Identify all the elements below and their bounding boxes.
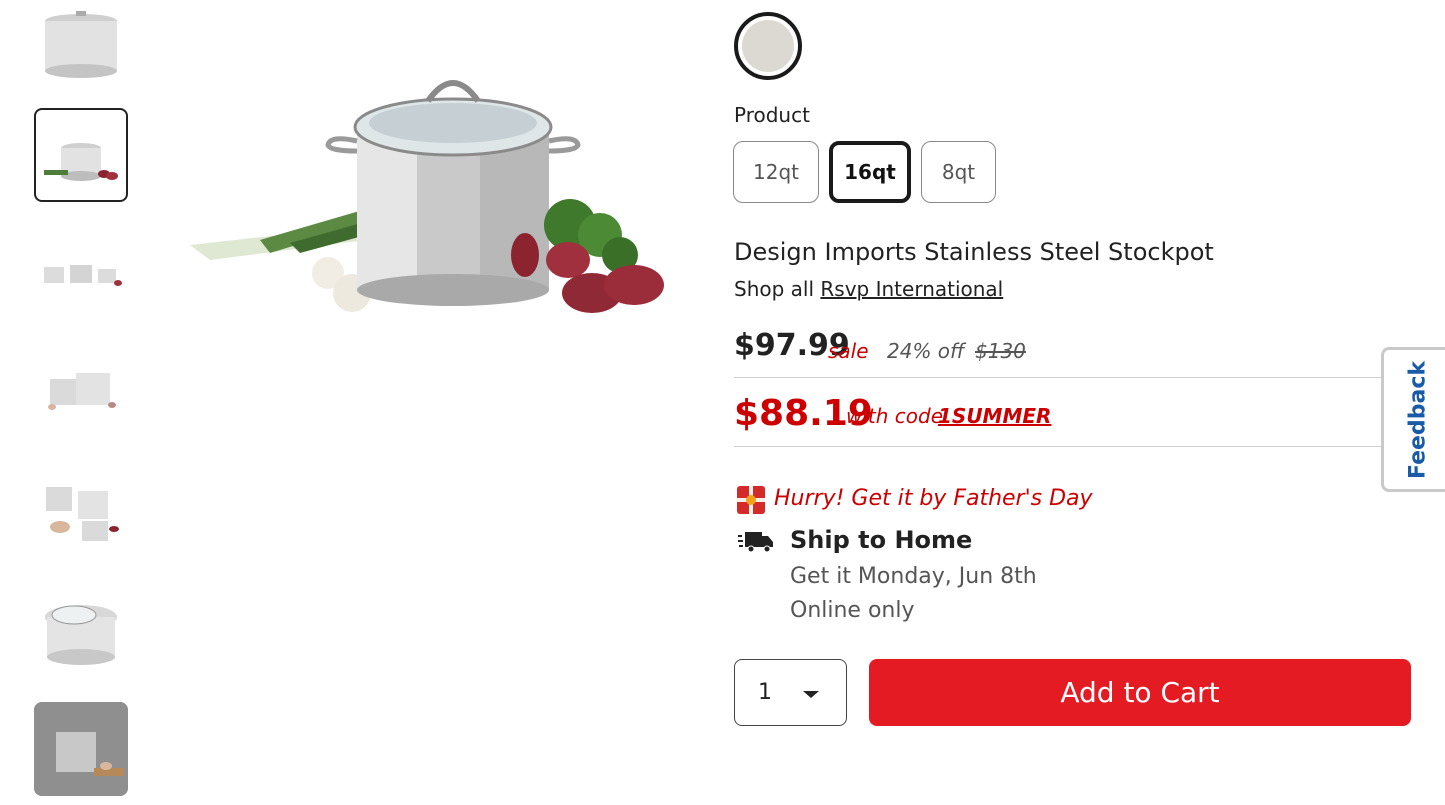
color-swatch[interactable] bbox=[734, 12, 802, 80]
stockpot-lids-image bbox=[46, 487, 119, 541]
stockpot-lifestyle-image bbox=[34, 702, 128, 796]
thumbnail-stockpot-with-vegetables[interactable] bbox=[34, 108, 128, 202]
original-price: $130 bbox=[975, 339, 1026, 363]
size-option-16qt[interactable]: 16qt bbox=[829, 141, 911, 203]
truck-icon bbox=[738, 532, 773, 553]
size-option-8qt[interactable]: 8qt bbox=[921, 141, 996, 203]
thumbnail-stockpot-front[interactable] bbox=[34, 0, 128, 90]
brand-link[interactable]: Rsvp International bbox=[820, 277, 1003, 301]
price-divider-bottom bbox=[734, 446, 1424, 447]
feedback-tab[interactable]: Feedback bbox=[1381, 347, 1445, 492]
fathers-day-message: Hurry! Get it by Father's Day bbox=[774, 486, 1093, 511]
percent-off: 24% off bbox=[887, 339, 965, 363]
thumbnail-gallery bbox=[0, 0, 160, 805]
sale-label: sale bbox=[828, 339, 869, 363]
size-option-12qt[interactable]: 12qt bbox=[733, 141, 819, 203]
stockpot-open-lid-image bbox=[45, 605, 117, 665]
shop-all-line: Shop all Rsvp International bbox=[734, 277, 1003, 301]
stockpot-stacked-image bbox=[48, 373, 116, 410]
main-product-image bbox=[180, 55, 680, 335]
product-title: Design Imports Stainless Steel Stockpot bbox=[734, 238, 1214, 266]
with-code-label: with code bbox=[846, 404, 944, 428]
price-divider-top bbox=[734, 377, 1424, 378]
chevron-down-icon bbox=[803, 691, 819, 698]
thumbnail-stockpot-set-lineup[interactable] bbox=[34, 226, 128, 320]
product-size-label: Product bbox=[734, 103, 810, 127]
stockpot-set-image bbox=[44, 265, 122, 286]
thumbnail-stockpot-set-stacked[interactable] bbox=[34, 344, 128, 438]
ship-date: Get it Monday, Jun 8th bbox=[790, 564, 1037, 589]
stockpot-image bbox=[45, 11, 117, 78]
ship-to-home-title: Ship to Home bbox=[790, 526, 973, 554]
swatch-color-fill bbox=[742, 20, 794, 72]
thumbnail-stockpot-with-lid-open[interactable] bbox=[34, 584, 128, 678]
gift-icon bbox=[737, 486, 765, 514]
add-to-cart-button[interactable]: Add to Cart bbox=[869, 659, 1411, 726]
promo-code-link[interactable]: 1SUMMER bbox=[938, 404, 1051, 428]
stockpot-vegetables-image bbox=[44, 143, 118, 181]
thumbnail-stockpot-lifestyle[interactable] bbox=[34, 702, 128, 796]
quantity-value: 1 bbox=[758, 680, 772, 705]
ship-online-note: Online only bbox=[790, 598, 915, 623]
shop-all-prefix: Shop all bbox=[734, 277, 815, 301]
feedback-label: Feedback bbox=[1405, 360, 1430, 479]
quantity-select[interactable]: 1 bbox=[734, 659, 847, 726]
thumbnail-stockpot-set-with-lids[interactable] bbox=[34, 464, 128, 558]
